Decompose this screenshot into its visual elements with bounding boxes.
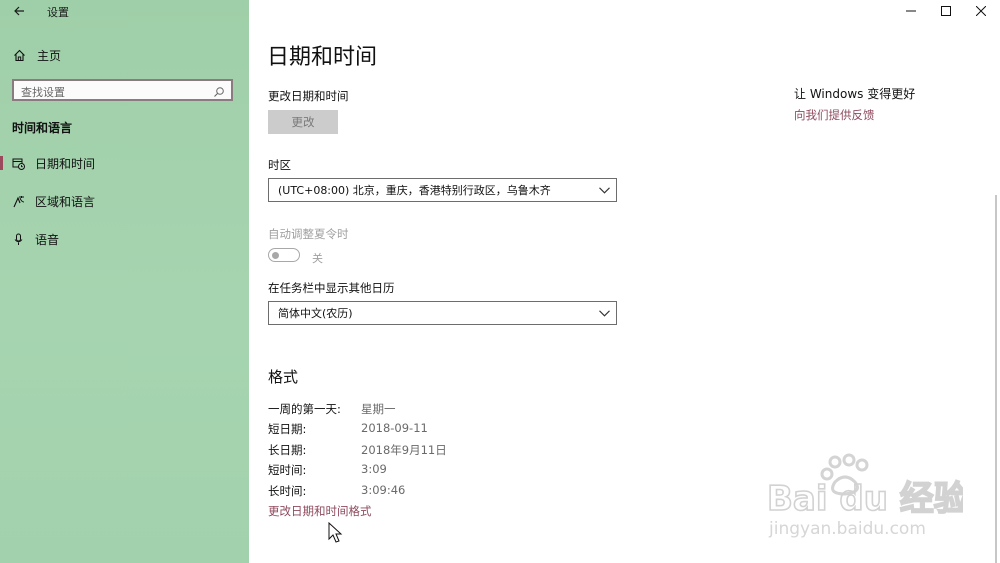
- calendar-label: 在任务栏中显示其他日历: [268, 281, 395, 295]
- format-key: 短时间:: [268, 463, 307, 477]
- sidebar-item-label: 区域和语言: [35, 194, 96, 209]
- watermark-brand: Bai du 经验: [767, 479, 963, 519]
- timezone-label: 时区: [268, 158, 291, 172]
- sidebar: 设置 主页 时间和语言 日期和时间 区域和语言 语音: [0, 0, 249, 563]
- selection-indicator: [0, 156, 3, 170]
- sidebar-item-label: 语音: [35, 232, 60, 247]
- format-key: 长时间:: [268, 484, 307, 498]
- search-icon[interactable]: [213, 83, 227, 97]
- calendar-clock-icon: [11, 156, 25, 170]
- nav-home-label: 主页: [37, 48, 62, 63]
- dst-state: 关: [312, 252, 323, 265]
- calendar-value: 简体中文(农历): [278, 307, 353, 320]
- nav-home[interactable]: 主页: [12, 45, 61, 65]
- change-formats-link[interactable]: 更改日期和时间格式: [268, 503, 372, 519]
- sidebar-section-title: 时间和语言: [12, 121, 73, 135]
- format-value: 3:09: [361, 462, 387, 476]
- format-value: 2018年9月11日: [361, 443, 447, 457]
- search-box[interactable]: [12, 79, 233, 102]
- page-title: 日期和时间: [267, 45, 378, 70]
- feedback-link[interactable]: 向我们提供反馈: [794, 107, 875, 123]
- format-value: 星期一: [361, 402, 396, 416]
- timezone-select[interactable]: (UTC+08:00) 北京，重庆，香港特别行政区，乌鲁木齐: [268, 178, 617, 202]
- change-datetime-button[interactable]: 更改: [268, 110, 338, 134]
- format-value: 2018-09-11: [361, 421, 428, 435]
- back-arrow-icon: [14, 6, 24, 16]
- format-section-title: 格式: [268, 368, 299, 386]
- mouse-cursor-icon: [328, 522, 343, 543]
- format-value: 3:09:46: [361, 483, 406, 497]
- app-title: 设置: [47, 6, 69, 19]
- format-key: 短日期:: [268, 422, 307, 436]
- dst-toggle[interactable]: [268, 248, 300, 262]
- sidebar-item-speech[interactable]: 语音: [0, 227, 249, 251]
- dst-label: 自动调整夏令时: [268, 227, 349, 241]
- microphone-icon: [11, 232, 25, 246]
- scrollbar[interactable]: [995, 195, 997, 563]
- sidebar-item-label: 日期和时间: [35, 156, 96, 171]
- chevron-down-icon: [592, 179, 616, 201]
- chevron-down-icon: [592, 302, 616, 324]
- search-input[interactable]: [14, 83, 201, 102]
- region-language-icon: [11, 194, 25, 208]
- calendar-select[interactable]: 简体中文(农历): [268, 301, 617, 325]
- aside-title: 让 Windows 变得更好: [794, 87, 916, 101]
- timezone-value: (UTC+08:00) 北京，重庆，香港特别行政区，乌鲁木齐: [278, 184, 551, 197]
- back-button[interactable]: [9, 2, 29, 20]
- format-key: 长日期:: [268, 443, 307, 457]
- home-icon: [12, 48, 26, 62]
- watermark-url: jingyan.baidu.com: [768, 519, 926, 539]
- toggle-knob: [272, 251, 279, 259]
- sidebar-item-region-language[interactable]: 区域和语言: [0, 189, 249, 213]
- baidu-watermark: Bai du 经验 jingyan.baidu.com: [763, 452, 969, 542]
- format-key: 一周的第一天:: [268, 402, 341, 416]
- sidebar-item-date-time[interactable]: 日期和时间: [0, 151, 249, 175]
- change-datetime-label: 更改日期和时间: [268, 89, 349, 103]
